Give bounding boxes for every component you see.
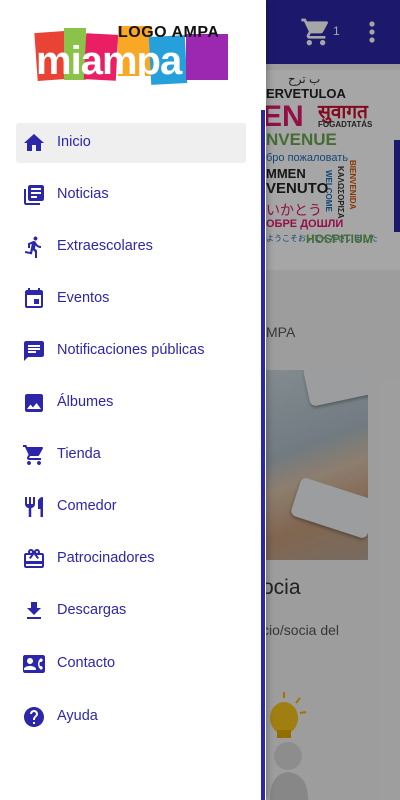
menu-item-label: Comedor — [57, 498, 117, 514]
menu-item-patrocinadores[interactable]: Patrocinadores — [16, 539, 246, 579]
menu-item-label: Contacto — [57, 655, 116, 671]
svg-text:miampa: miampa — [36, 39, 183, 83]
brand-letter-i: i — [71, 39, 81, 83]
menu-item-label: Tienda — [57, 446, 101, 462]
running-person-icon — [24, 236, 41, 258]
calendar-icon — [25, 288, 43, 308]
menu-item-inicio[interactable]: Inicio — [16, 123, 246, 163]
menu-item-contacto[interactable]: Contacto — [16, 644, 246, 684]
newspaper-icon — [24, 185, 44, 205]
brand-letter-p: p — [137, 39, 160, 83]
chat-message-icon — [24, 341, 44, 361]
menu-item-label: Ayuda — [57, 708, 98, 724]
menu-item-albumes[interactable]: Álbumes — [16, 383, 246, 423]
menu-item-comedor[interactable]: Comedor — [16, 487, 246, 527]
menu-item-eventos[interactable]: Eventos — [16, 279, 246, 319]
help-circle-icon — [24, 707, 44, 727]
gift-card-icon — [24, 549, 44, 568]
menu-item-label: Extraescolares — [57, 238, 153, 254]
download-icon — [27, 602, 41, 619]
brand-letter-m: m — [102, 39, 137, 83]
menu-item-ayuda[interactable]: Ayuda — [16, 697, 246, 737]
menu-item-label: Álbumes — [57, 394, 114, 410]
menu-item-label: Eventos — [57, 290, 110, 306]
logo-caption: LOGO AMPA — [118, 24, 220, 41]
brand-letter-a: a — [160, 39, 183, 83]
menu-item-label: Patrocinadores — [57, 550, 155, 566]
brand-letter-m: m — [36, 39, 71, 83]
menu-item-label: Inicio — [57, 134, 91, 150]
navigation-drawer: miampa LOGO AMPA Inicio Noticias Extraes… — [0, 0, 266, 800]
home-icon — [24, 134, 44, 151]
contact-card-icon — [23, 655, 45, 673]
menu-item-tienda[interactable]: Tienda — [16, 435, 246, 475]
menu-item-label: Descargas — [57, 602, 127, 618]
menu-item-extraescolares[interactable]: Extraescolares — [16, 227, 246, 267]
menu-item-descargas[interactable]: Descargas — [16, 591, 246, 631]
drawer-scrollbar[interactable] — [261, 110, 265, 800]
menu-item-notificaciones[interactable]: Notificaciones públicas — [16, 331, 246, 371]
image-icon — [25, 394, 43, 412]
brand-letter-a: a — [81, 39, 104, 83]
menu-item-label: Noticias — [57, 186, 109, 202]
shopping-cart-icon — [23, 445, 44, 465]
menu-item-label: Notificaciones públicas — [57, 342, 205, 358]
fork-knife-icon — [25, 497, 43, 517]
menu-item-noticias[interactable]: Noticias — [16, 175, 246, 215]
